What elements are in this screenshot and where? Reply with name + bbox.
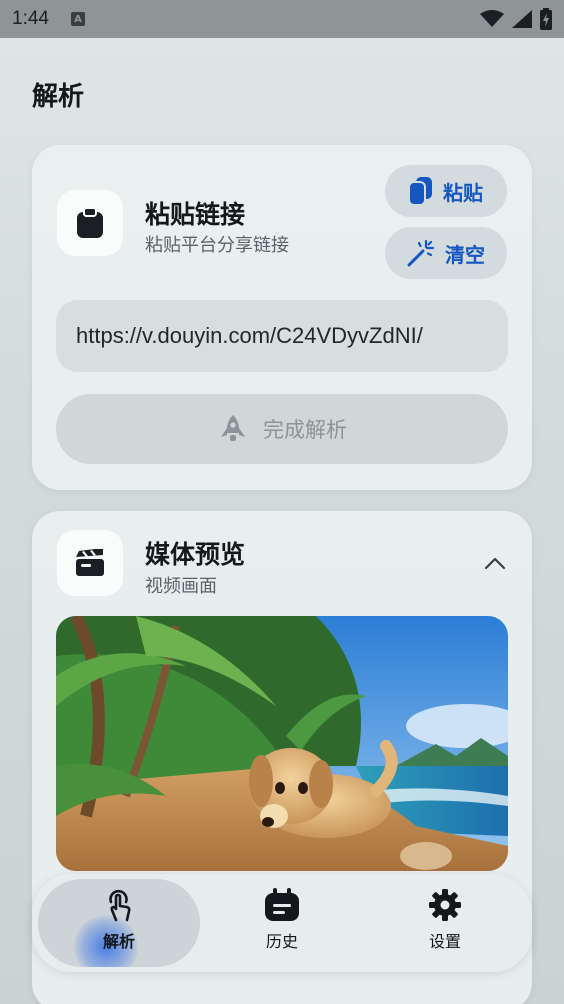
card-subtitle: 视频画面 (145, 576, 217, 597)
status-bar: 1:44 A (0, 0, 564, 38)
clipboard-icon (77, 208, 103, 238)
clapperboard-icon-tile (57, 530, 123, 596)
nav-label-history: 历史 (265, 932, 298, 951)
calendar-icon (265, 888, 299, 921)
nav-label-settings: 设置 (428, 932, 461, 951)
url-input-value: https://v.douyin.com/C24VDyvZdNI/ (76, 323, 423, 348)
rocket-icon (221, 415, 245, 441)
nav-item-history[interactable]: 历史 (232, 888, 332, 960)
gear-icon (429, 889, 461, 921)
copy-icon (409, 177, 432, 205)
status-time: 1:44 (12, 8, 49, 29)
magic-wand-icon (407, 239, 435, 267)
chevron-up-icon[interactable] (484, 553, 506, 575)
paste-link-card: 粘贴链接 粘贴平台分享链接 粘贴 清空 https://v.douyin.com… (32, 145, 532, 490)
nav-item-parse[interactable]: 解析 (69, 888, 169, 960)
video-preview-illustration (56, 616, 508, 871)
card-subtitle: 粘贴平台分享链接 (145, 235, 289, 256)
notification-a-icon: A (70, 12, 85, 26)
parse-button-label: 完成解析 (263, 418, 347, 442)
page-title: 解析 (32, 82, 85, 112)
touch-icon (109, 889, 131, 922)
parse-button[interactable]: 完成解析 (56, 394, 508, 464)
paste-button-label: 粘贴 (443, 180, 483, 205)
clipboard-icon-tile (57, 190, 123, 256)
url-input[interactable]: https://v.douyin.com/C24VDyvZdNI/ (56, 300, 508, 372)
paste-button[interactable]: 粘贴 (385, 165, 507, 217)
nav-item-settings[interactable]: 设置 (395, 888, 495, 960)
clear-button[interactable]: 清空 (385, 227, 507, 279)
battery-icon (540, 8, 552, 30)
video-preview-image[interactable] (56, 616, 508, 871)
signal-icon (512, 10, 532, 28)
card-title: 媒体预览 (145, 540, 246, 569)
clapperboard-icon (76, 549, 104, 576)
status-icons (480, 8, 552, 30)
card-title: 粘贴链接 (145, 200, 246, 229)
wifi-icon (480, 10, 504, 27)
nav-label-parse: 解析 (102, 932, 135, 951)
bottom-nav: 解析 历史 设置 (32, 874, 532, 972)
clear-button-label: 清空 (445, 242, 485, 267)
